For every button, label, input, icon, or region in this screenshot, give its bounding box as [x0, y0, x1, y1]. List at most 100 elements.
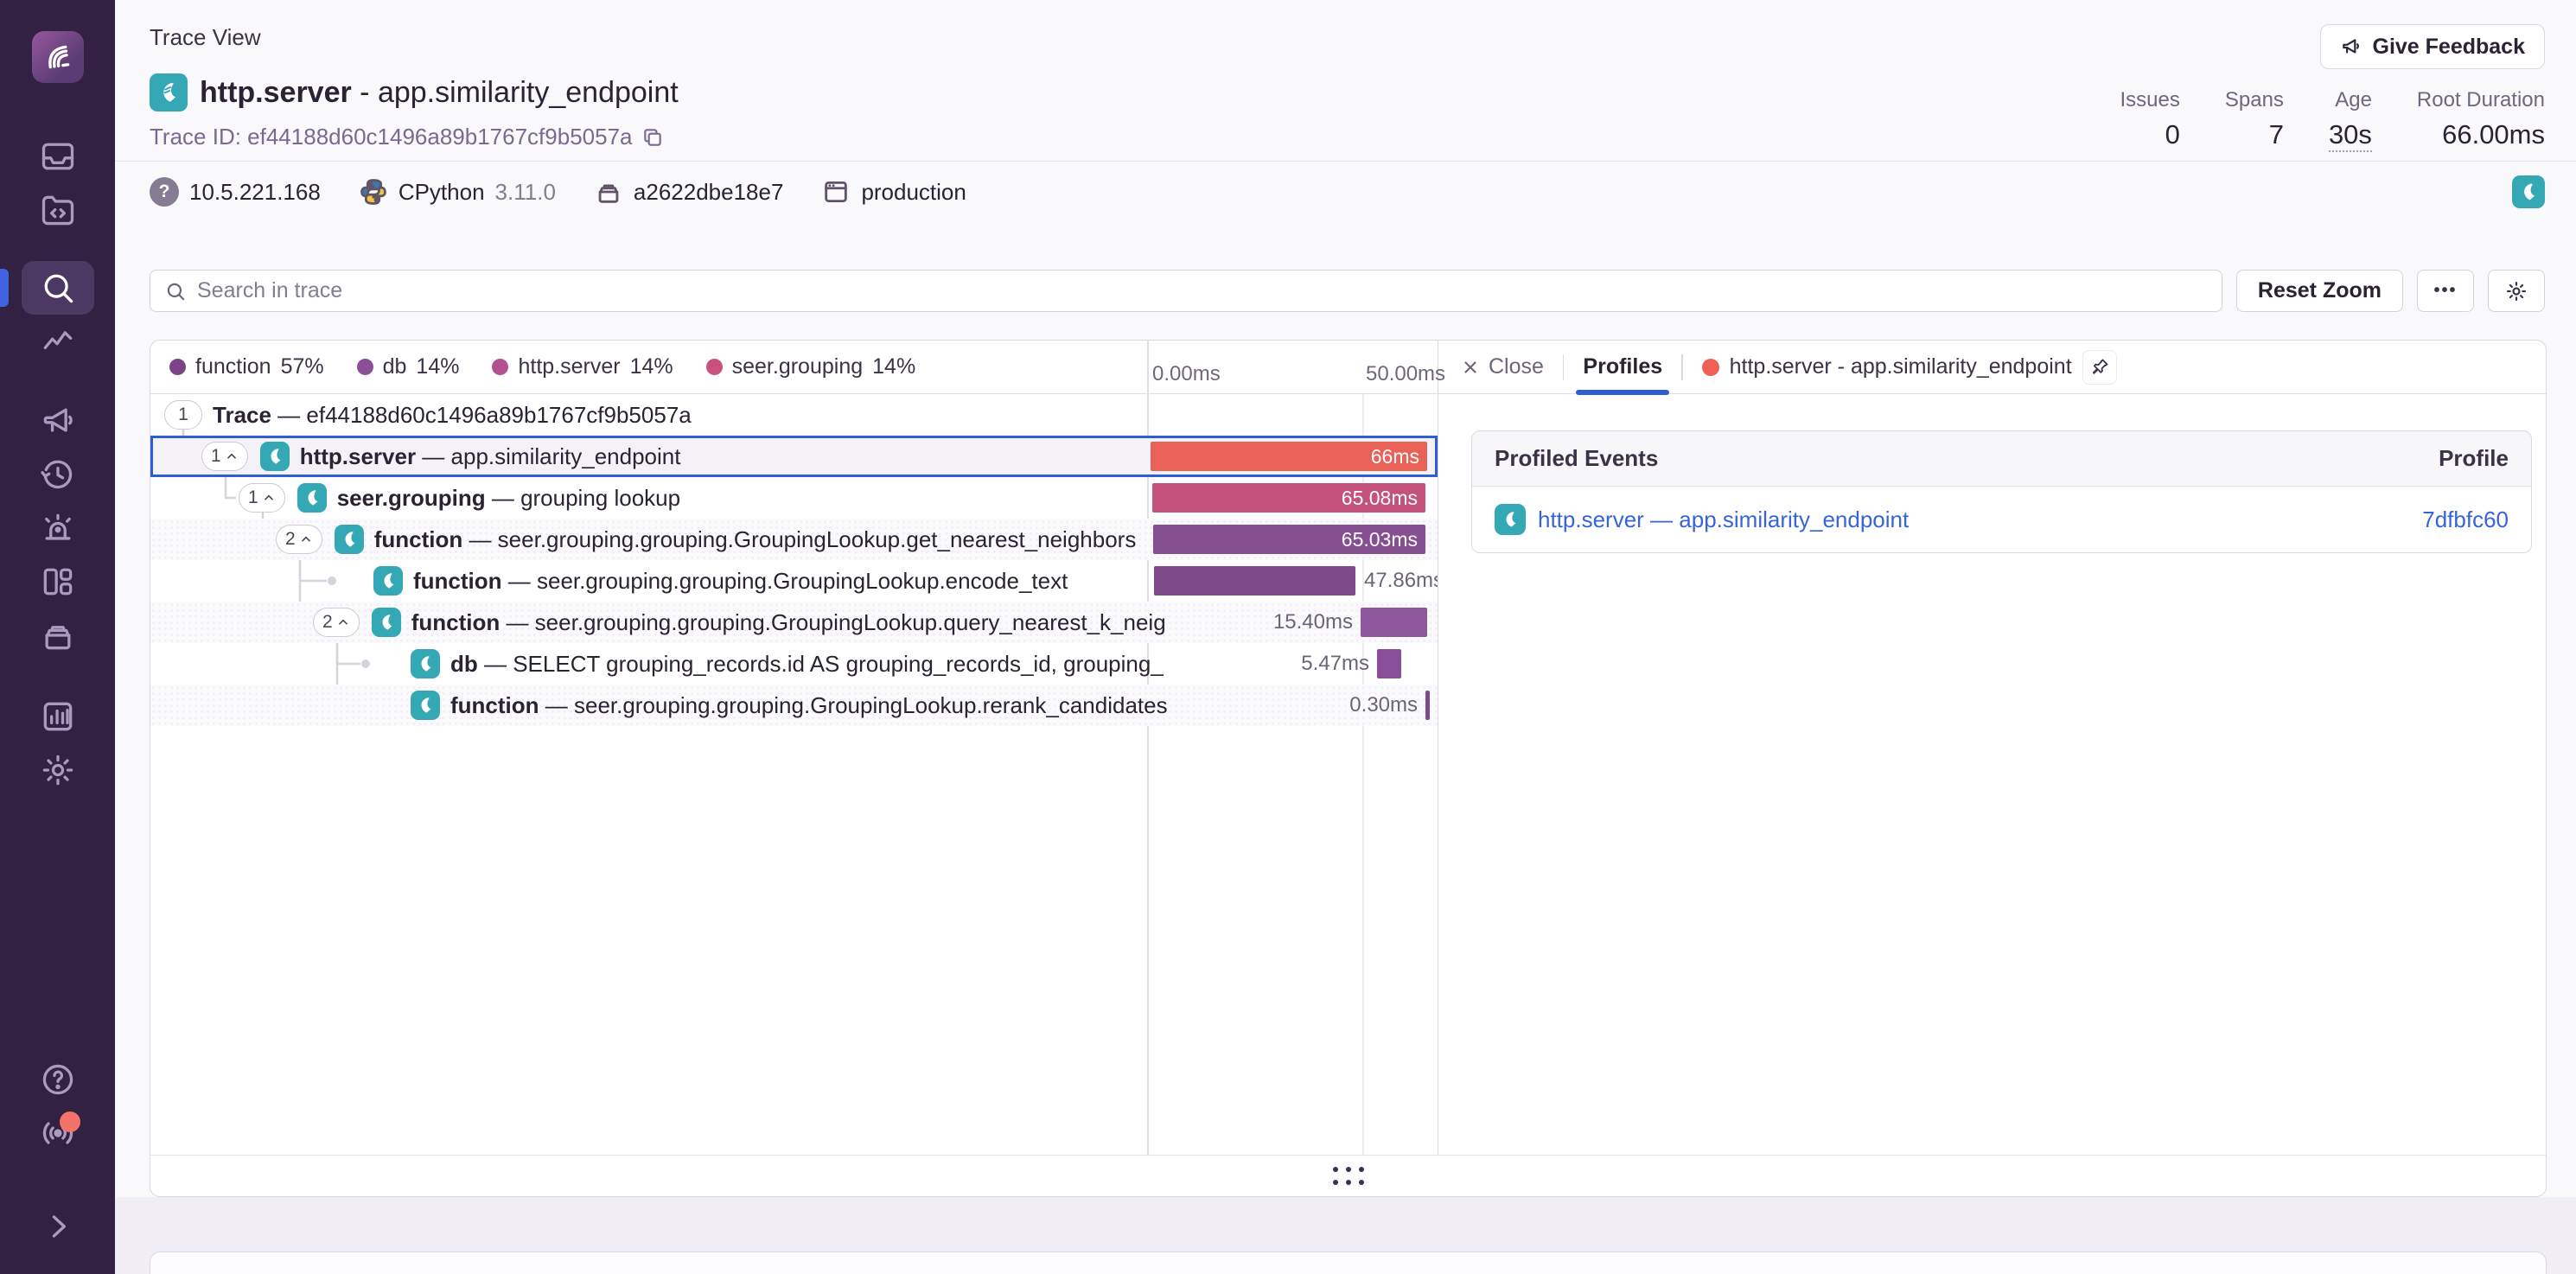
trace-row[interactable]: 1seer.grouping — grouping lookup65.08ms: [150, 477, 1438, 519]
meta-release: a2622dbe18e7: [594, 177, 784, 207]
trace-tree-header: function57% db14% http.server14% seer.group…: [150, 341, 1438, 394]
project-avatar: [1495, 504, 1526, 535]
trace-row[interactable]: 1http.server — app.similarity_endpoint66…: [150, 436, 1438, 477]
copy-icon[interactable]: [641, 126, 664, 149]
page-bottom-gap: [115, 1197, 2576, 1274]
active-tab-underline: [1576, 390, 1669, 395]
sidebar-item-alerts[interactable]: [22, 501, 94, 555]
panel-resize-footer: [150, 1155, 2546, 1196]
issues-icon: [39, 137, 77, 175]
trace-row[interactable]: function — seer.grouping.grouping.Groupi…: [150, 560, 1438, 602]
seer-icon: [415, 695, 436, 716]
sentry-logo-icon: [41, 41, 74, 73]
children-count-pill[interactable]: 1: [239, 483, 285, 513]
seer-icon: [339, 529, 360, 550]
children-count-pill[interactable]: 2: [276, 525, 322, 554]
span-detail-panel: Close Profiles http.server - app.similar…: [1438, 341, 2546, 1155]
profiled-events-title: Profiled Events: [1495, 445, 1658, 472]
project-avatar: [260, 442, 290, 471]
python-icon: [359, 177, 388, 207]
chevron-up-icon: [299, 532, 313, 546]
bottom-drawer-edge[interactable]: [150, 1252, 2547, 1274]
sidebar-item-settings[interactable]: [22, 743, 94, 797]
axis-tick-50: 50.00ms: [1366, 362, 1445, 386]
project-avatar: [411, 649, 440, 678]
seer-icon: [1500, 509, 1521, 530]
sidebar-item-stats[interactable]: [22, 690, 94, 743]
drag-handle[interactable]: [1333, 1167, 1364, 1185]
children-count-pill[interactable]: 2: [313, 608, 360, 637]
project-avatar-small[interactable]: [2512, 175, 2545, 208]
project-avatar: [297, 483, 327, 513]
stat-value-root-duration: 66.00ms: [2442, 119, 2545, 150]
span-description: function — seer.grouping.grouping.Groupi…: [411, 609, 1438, 636]
stat-value-spans: 7: [2269, 119, 2284, 150]
trace-title-desc: app.similarity_endpoint: [378, 76, 679, 109]
tab-pinned-span[interactable]: http.server - app.similarity_endpoint: [1702, 350, 2117, 385]
legend-item-db[interactable]: db14%: [357, 354, 460, 379]
project-avatar: [335, 525, 364, 554]
reset-zoom-button[interactable]: Reset Zoom: [2236, 270, 2403, 312]
stat-value-issues: 0: [2165, 119, 2180, 150]
pin-tab-button[interactable]: [2082, 350, 2117, 385]
trace-row[interactable]: 1Trace — ef44188d60c1496a89b1767cf9b5057…: [150, 394, 1438, 436]
profile-id-link[interactable]: 7dfbfc60: [2422, 506, 2509, 533]
sidebar-item-releases[interactable]: [22, 608, 94, 662]
profiled-event-link[interactable]: http.server — app.similarity_endpoint: [1538, 506, 1909, 533]
notification-dot: [60, 1112, 80, 1132]
sidebar-item-help[interactable]: [22, 1053, 94, 1106]
seer-icon: [156, 80, 182, 105]
legend-item-function[interactable]: function57%: [169, 354, 324, 379]
trace-row[interactable]: function — seer.grouping.grouping.Groupi…: [150, 685, 1438, 726]
stat-label-issues: Issues: [2120, 88, 2180, 112]
sentry-logo[interactable]: [32, 31, 84, 83]
search-icon: [39, 269, 77, 307]
archive-box-icon: [39, 616, 77, 654]
children-count-pill[interactable]: 1: [201, 442, 248, 471]
trace-id: Trace ID: ef44188d60c1496a89b1767cf9b505…: [150, 124, 633, 150]
page-title: Trace View: [150, 24, 679, 51]
trace-settings-button[interactable]: [2488, 270, 2545, 312]
close-panel-button[interactable]: Close: [1461, 354, 1544, 379]
legend-dot: [706, 359, 723, 375]
close-icon: [1461, 358, 1480, 377]
legend-dot: [357, 359, 373, 375]
sidebar-item-issues[interactable]: [22, 130, 94, 183]
trace-row[interactable]: db — SELECT grouping_records.id AS group…: [150, 643, 1438, 685]
span-description: db — SELECT grouping_records.id AS group…: [450, 651, 1438, 678]
span-color-dot: [1702, 359, 1719, 376]
search-icon: [164, 280, 187, 303]
trace-row[interactable]: 2 function — seer.grouping.grouping.Group…: [150, 602, 1438, 643]
legend-item-http.server[interactable]: http.server14%: [492, 354, 673, 379]
sidebar-item-traces[interactable]: [22, 315, 94, 368]
span-description: seer.grouping — grouping lookup: [337, 485, 1438, 512]
megaphone-icon: [2340, 35, 2362, 58]
give-feedback-button[interactable]: Give Feedback: [2320, 24, 2545, 69]
app-sidebar: [0, 0, 115, 1274]
project-avatar: [150, 73, 188, 111]
more-options-button[interactable]: •••: [2417, 270, 2474, 312]
megaphone-icon: [39, 402, 77, 440]
profiled-event-row[interactable]: http.server — app.similarity_endpoint 7d…: [1472, 487, 2531, 552]
siren-icon: [39, 509, 77, 547]
release-box-icon: [594, 177, 623, 207]
sidebar-item-feedback[interactable]: [22, 394, 94, 448]
tab-divider: [1681, 354, 1683, 380]
sidebar-item-projects[interactable]: [22, 183, 94, 237]
sidebar-item-replays[interactable]: [22, 448, 94, 501]
tab-profiles[interactable]: Profiles: [1583, 341, 1662, 394]
legend-dot: [492, 359, 508, 375]
sidebar-item-dashboards[interactable]: [22, 555, 94, 608]
trace-row[interactable]: 2function — seer.grouping.grouping.Group…: [150, 519, 1438, 560]
search-box[interactable]: [150, 270, 2222, 312]
chevron-right-icon: [39, 1207, 77, 1245]
sidebar-expand-button[interactable]: [22, 1200, 94, 1253]
trace-toolbar: Reset Zoom •••: [115, 223, 2576, 336]
stat-value-age: 30s: [2329, 119, 2372, 152]
sidebar-item-explore[interactable]: [22, 261, 94, 315]
trace-title: http.server - app.similarity_endpoint: [200, 76, 679, 110]
search-input[interactable]: [197, 278, 2208, 303]
children-count-pill[interactable]: 1: [164, 400, 202, 430]
legend-item-seer.grouping[interactable]: seer.grouping14%: [706, 354, 916, 379]
sidebar-item-whats-new[interactable]: [22, 1106, 94, 1160]
